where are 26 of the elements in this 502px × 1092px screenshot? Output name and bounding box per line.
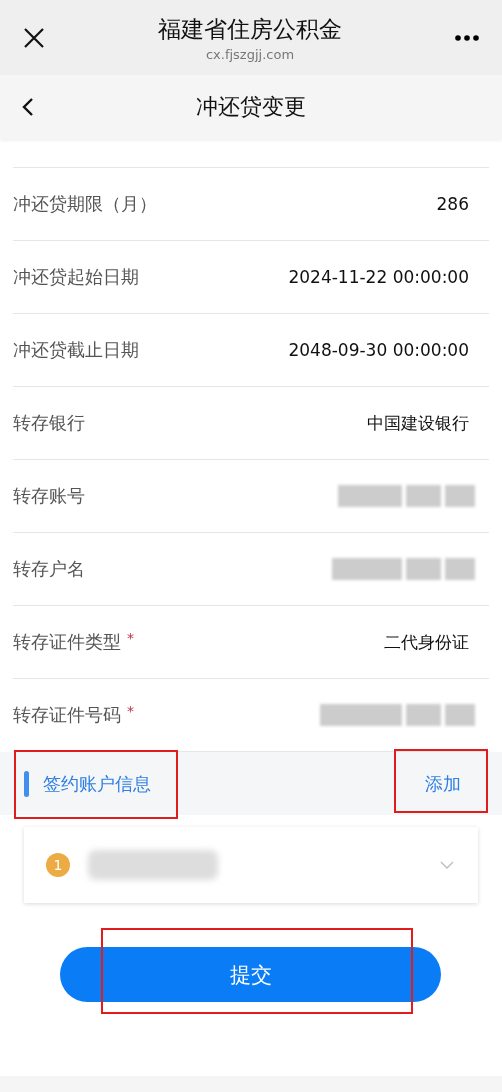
page-title: 冲还贷变更 [196,93,306,121]
field-value: 中国建设银行 [367,411,469,435]
field-label: 冲还贷截止日期 [13,339,139,360]
accent-bar [24,770,29,797]
back-icon[interactable] [22,97,34,117]
field-label: 转存证件号码 [13,704,121,725]
index-badge: 1 [46,853,70,877]
field-value: 2048-09-30 00:00:00 [288,340,469,360]
field-value: 二代身份证 [384,630,469,654]
site-url: cx.fjszgjj.com [205,46,295,62]
section-title: 签约账户信息 [43,771,151,796]
close-icon[interactable] [22,25,46,50]
submit-button[interactable]: 提交 [60,947,441,1002]
field-value: 2024-11-22 00:00:00 [288,267,469,287]
field-label: 转存户名 [13,558,85,579]
field-label: 冲还贷期限（月） [13,193,157,214]
field-label: 冲还贷起始日期 [13,266,139,287]
required-asterisk: * [127,630,134,646]
app-title: 福建省住房公积金 [158,14,342,44]
required-asterisk: * [127,703,134,719]
field-value: 286 [436,194,469,214]
field-label: 转存银行 [13,412,85,433]
field-label: 转存账号 [13,485,85,506]
more-icon[interactable] [454,33,480,42]
add-link[interactable]: 添加 [425,771,487,796]
field-label: 转存证件类型 [13,631,121,652]
